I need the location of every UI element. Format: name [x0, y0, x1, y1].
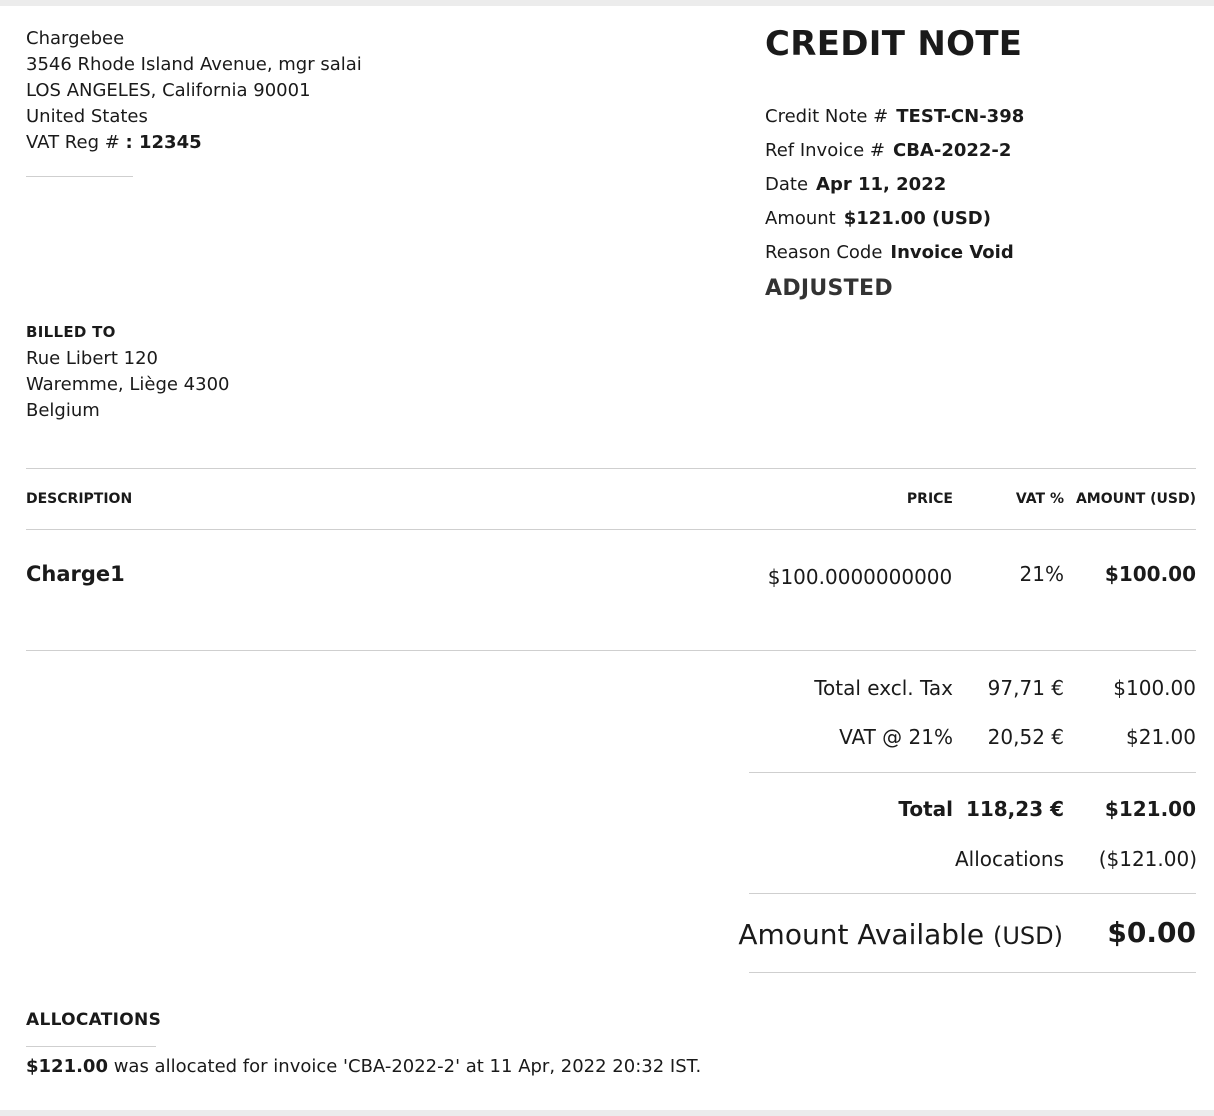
- seller-address: Chargebee 3546 Rhode Island Avenue, mgr …: [26, 26, 362, 156]
- column-header-description: DESCRIPTION: [26, 491, 133, 507]
- seller-vat: VAT Reg # : 12345: [26, 130, 362, 156]
- table-bottom-rule: [26, 650, 1196, 651]
- allocations-usd: ($121.00): [1098, 847, 1197, 871]
- allocation-entry: $121.00 was allocated for invoice 'CBA-2…: [26, 1056, 701, 1077]
- total-excl-tax-label: Total excl. Tax: [814, 676, 953, 700]
- meta-value: Invoice Void: [890, 242, 1014, 263]
- table-header-rule: [26, 529, 1196, 530]
- seller-name: Chargebee: [26, 28, 125, 49]
- total-usd: $121.00: [1104, 797, 1196, 821]
- line-item-description: Charge1: [26, 562, 125, 586]
- vat-eur: 20,52 €: [987, 725, 1064, 749]
- meta-value: Apr 11, 2022: [816, 174, 947, 195]
- seller-country: United States: [26, 106, 148, 127]
- top-border: [0, 0, 1214, 6]
- line-item-price: $100.0000000000: [767, 565, 953, 589]
- amount-available-rule: [749, 972, 1196, 973]
- vat-label: VAT @ 21%: [839, 725, 953, 749]
- allocations-label: Allocations: [954, 847, 1064, 871]
- line-item-amount: $100.00: [1104, 562, 1196, 586]
- allocations-heading: ALLOCATIONS: [26, 1010, 162, 1030]
- column-header-price: PRICE: [906, 491, 953, 507]
- billed-to-line1: Rue Libert 120: [26, 348, 158, 369]
- allocations-rule: [749, 893, 1196, 894]
- meta-value: CBA-2022-2: [893, 140, 1012, 161]
- meta-row-ref-invoice: Ref Invoice # CBA-2022-2: [765, 134, 1024, 168]
- status-label: ADJUSTED: [765, 276, 893, 301]
- column-header-amount: AMOUNT (USD): [1075, 491, 1196, 507]
- meta-value: $121.00 (USD): [843, 208, 991, 229]
- seller-vat-value: : 12345: [125, 132, 202, 153]
- vat-usd: $21.00: [1126, 725, 1196, 749]
- meta-row-reason-code: Reason Code Invoice Void: [765, 236, 1024, 270]
- seller-address-line2: LOS ANGELES, California 90001: [26, 80, 311, 101]
- meta-label: Credit Note #: [765, 106, 889, 127]
- document-meta: Credit Note # TEST-CN-398 Ref Invoice # CB…: [765, 100, 1024, 270]
- seller-vat-label: VAT Reg #: [26, 132, 126, 153]
- billed-to-country: Belgium: [26, 400, 100, 421]
- amount-available-unit: (USD): [992, 922, 1063, 950]
- document-title: CREDIT NOTE: [765, 24, 1023, 64]
- meta-row-date: Date Apr 11, 2022: [765, 168, 1024, 202]
- total-eur: 118,23 €: [965, 797, 1064, 821]
- billed-to-address: Rue Libert 120 Waremme, Liège 4300 Belgi…: [26, 346, 229, 424]
- meta-row-credit-note: Credit Note # TEST-CN-398: [765, 100, 1024, 134]
- amount-available-label: Amount Available (USD): [738, 918, 1063, 951]
- bottom-border: [0, 1110, 1214, 1116]
- allocation-description: was allocated for invoice 'CBA-2022-2' a…: [107, 1056, 702, 1077]
- line-item-vat: 21%: [1019, 562, 1064, 586]
- amount-available-text: Amount Available: [738, 918, 985, 951]
- allocation-amount: $121.00: [26, 1056, 108, 1077]
- column-header-vat: VAT %: [1015, 491, 1064, 507]
- allocations-heading-rule: [26, 1046, 156, 1047]
- total-excl-tax-eur: 97,71 €: [987, 676, 1064, 700]
- meta-label: Ref Invoice #: [765, 140, 885, 161]
- meta-row-amount: Amount $121.00 (USD): [765, 202, 1024, 236]
- total-label: Total: [898, 797, 953, 821]
- total-excl-tax-usd: $100.00: [1113, 676, 1196, 700]
- totals-rule: [749, 772, 1196, 773]
- amount-available-value: $0.00: [1107, 916, 1196, 949]
- seller-address-line1: 3546 Rhode Island Avenue, mgr salai: [26, 54, 362, 75]
- seller-divider: [26, 176, 133, 177]
- billed-to-heading: BILLED TO: [26, 323, 116, 341]
- meta-label: Reason Code: [765, 242, 883, 263]
- table-top-rule: [26, 468, 1196, 469]
- meta-value: TEST-CN-398: [896, 106, 1025, 127]
- meta-label: Amount: [765, 208, 836, 229]
- billed-to-line2: Waremme, Liège 4300: [26, 374, 230, 395]
- meta-label: Date: [765, 174, 809, 195]
